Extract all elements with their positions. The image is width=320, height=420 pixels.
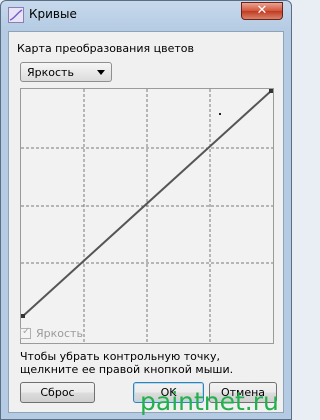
curves-dialog-window: Кривые ✕ Карта преобразования цветов Ярк…: [0, 0, 292, 420]
reset-button[interactable]: Сброс: [20, 382, 95, 403]
title-bar[interactable]: Кривые ✕: [1, 1, 291, 31]
reset-button-label: Сброс: [40, 386, 75, 399]
curve-editor[interactable]: [20, 88, 274, 344]
check-icon: ✓: [22, 326, 31, 337]
curves-app-icon: [8, 7, 24, 23]
window-title: Кривые: [29, 7, 77, 21]
curve-control-point-start[interactable]: [21, 314, 25, 318]
close-icon: ✕: [256, 3, 268, 18]
color-map-label: Карта преобразования цветов: [17, 42, 194, 55]
hint-text: Чтобы убрать контрольную точку, щелкните…: [20, 350, 234, 376]
curve-control-point-end[interactable]: [269, 89, 273, 93]
site-watermark: paintnet.ru: [140, 387, 279, 416]
cursor-dot: [219, 113, 221, 115]
chevron-down-icon: [97, 70, 105, 75]
curve-editor-canvas[interactable]: [21, 89, 273, 343]
dialog-client-area: Карта преобразования цветов Яркость ✓ Яр…: [8, 31, 284, 413]
grid-lines: [21, 89, 273, 343]
channel-dropdown-value: Яркость: [27, 66, 74, 79]
close-button[interactable]: ✕: [241, 2, 283, 20]
brightness-checkbox[interactable]: ✓: [20, 326, 31, 339]
channel-dropdown[interactable]: Яркость: [20, 62, 112, 82]
brightness-checkbox-label: Яркость: [36, 327, 83, 340]
